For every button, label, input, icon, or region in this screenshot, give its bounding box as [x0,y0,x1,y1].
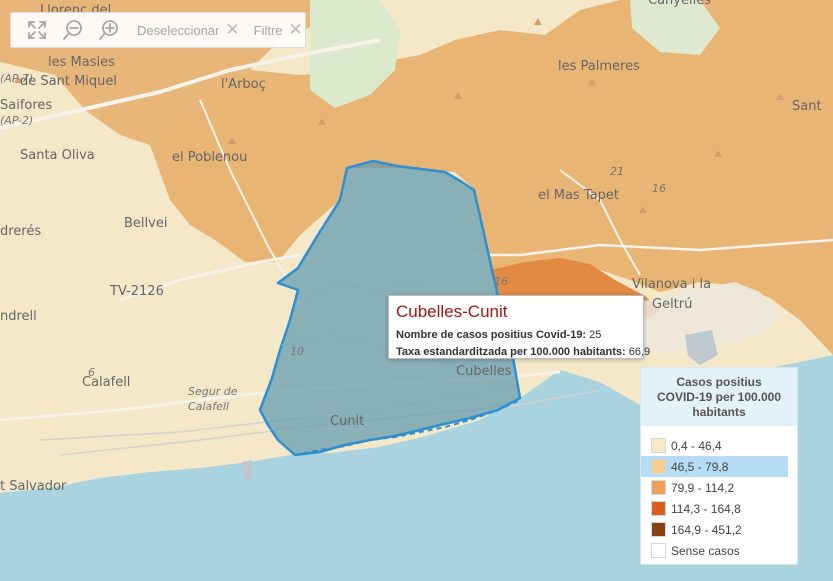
legend-header: Casos positius COVID-19 per 100.000 habi… [641,368,797,426]
region-popup: Cubelles-Cunit Nombre de casos positius … [388,295,650,361]
place-label: Sant [792,99,822,114]
road-label: TV-2126 [109,284,164,299]
map-legend: Casos positius COVID-19 per 100.000 habi… [640,367,798,565]
road-label: 10 [290,345,304,358]
legend-label: 0,4 - 46,4 [671,438,722,453]
place-label: Saifores [0,98,52,113]
place-label: Cunit [330,414,364,429]
legend-title-line: COVID-19 per 100.000 [656,389,782,404]
popup-rate-value: 66,9 [628,346,651,358]
fullscreen-button[interactable] [19,16,55,44]
place-label: de Sant Miquel [20,74,117,89]
road-label: 16 [494,275,508,288]
legend-item[interactable]: 0,4 - 46,4 [641,435,788,456]
deselect-clear-icon[interactable]: ✕ [225,21,239,39]
place-label: Vilanova i la [632,277,711,292]
legend-label: 164,9 - 451,2 [671,522,742,537]
legend-title-line: Casos positius [676,374,762,389]
place-label: ndrell [0,309,37,324]
road-label: 16 [652,182,666,195]
legend-item[interactable]: 114,3 - 164,8 [641,498,788,519]
legend-label: 79,9 - 114,2 [671,480,735,495]
place-label: Santa Oliva [20,148,95,163]
road-label: 6 [88,366,95,379]
place-label: les Palmeres [558,59,640,74]
place-label: Geltrú [652,297,692,312]
place-label: t Salvador [0,479,67,494]
zoom-out-button[interactable] [55,16,91,44]
legend-label: Sense casos [671,543,740,558]
legend-swatch [651,438,666,453]
road-label: (AP-2) [0,114,33,127]
place-label: el Poblenou [172,150,247,165]
legend-item[interactable]: 46,5 - 79,8 [641,456,788,477]
zoom-in-button[interactable] [91,16,127,44]
place-label: el Mas Tapet [538,188,619,203]
zoom-in-icon [99,20,118,40]
place-label: drerés [0,224,41,239]
place-label: les Masies [48,55,115,70]
filter-label[interactable]: Filtre [254,23,283,38]
legend-swatch [651,459,666,474]
legend-title: Casos positius COVID-19 per 100.000 habi… [657,375,781,420]
legend-label: 114,3 - 164,8 [671,501,741,516]
legend-swatch [651,543,666,558]
place-label: l'Arboç [221,77,266,92]
popup-rate-label: Taxa estandarditzada per 100.000 habitan… [396,346,626,358]
legend-swatch [651,480,666,495]
popup-title: Cubelles-Cunit [396,302,508,321]
legend-swatch [651,522,666,537]
popup-cases-label: Nombre de casos positius Covid-19: [396,329,587,341]
map-toolbar: Deseleccionar ✕ Filtre ✕ [10,12,306,48]
zoom-out-icon [63,20,82,40]
road-label: (AP-7) [0,72,33,85]
place-label: Calafell [188,400,229,413]
deselect-label[interactable]: Deseleccionar [137,23,219,38]
road-label: 21 [610,165,624,178]
popup-rate-row: Taxa estandarditzada per 100.000 habitan… [396,344,650,361]
place-label: Bellvei [124,216,167,231]
place-label: Segur de [188,385,238,398]
legend-list: 0,4 - 46,4 46,5 - 79,8 79,9 - 114,2 114,3 -… [641,426,797,561]
legend-item[interactable]: 164,9 - 451,2 [641,519,788,540]
filter-clear-icon[interactable]: ✕ [289,21,303,39]
popup-cases-value: 25 [589,329,602,341]
legend-swatch [651,501,666,516]
place-label: Canyelles [648,0,711,8]
fullscreen-icon [28,21,46,39]
legend-title-line: habitants [692,404,746,419]
popup-cases-row: Nombre de casos positius Covid-19: 25 [396,327,636,344]
place-label: Cubelles [456,364,512,379]
legend-item[interactable]: Sense casos [641,540,788,561]
legend-item[interactable]: 79,9 - 114,2 [641,477,788,498]
legend-label: 46,5 - 79,8 [671,459,729,474]
